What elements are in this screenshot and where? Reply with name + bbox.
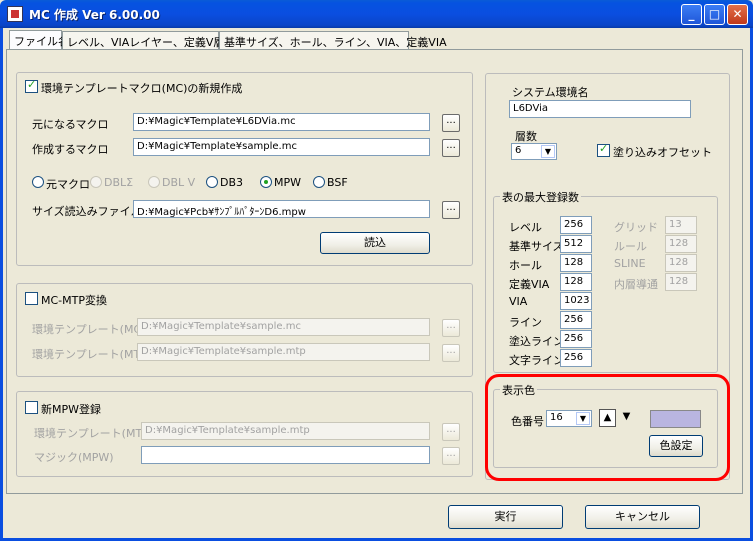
- window-title: MC 作成 Ver 6.00.00: [29, 8, 160, 22]
- mtp-env-browse-button[interactable]: ...: [442, 344, 460, 362]
- def-via-field[interactable]: 128: [560, 273, 592, 291]
- base-size-label: 基準サイズ: [509, 240, 564, 253]
- size-file-browse-button[interactable]: ...: [442, 201, 460, 219]
- mc-env-label: 環境テンプレート(MC): [32, 323, 146, 336]
- size-file-field[interactable]: D:¥Magic¥Pcb¥ｻﾝﾌﾟﾙﾊﾟﾀｰﾝD6.mpw: [133, 200, 430, 218]
- mc-mtp-label: MC-MTP変換: [41, 294, 107, 307]
- hole-field[interactable]: 128: [560, 254, 592, 272]
- radio-mpw-label: MPW: [274, 176, 302, 189]
- mc-env-browse-button[interactable]: ...: [442, 319, 460, 337]
- tab-filename[interactable]: ファイル名: [9, 30, 69, 50]
- cancel-button[interactable]: キャンセル: [585, 505, 700, 529]
- sline-field[interactable]: 128: [665, 254, 697, 272]
- fill-line-field[interactable]: 256: [560, 330, 592, 348]
- radio-dbl-sigma[interactable]: [90, 176, 102, 188]
- max-count-title: 表の最大登録数: [500, 189, 581, 205]
- def-via-label: 定義VIA: [509, 278, 550, 291]
- radio-mpw[interactable]: [260, 176, 272, 188]
- new-macro-checkbox[interactable]: [25, 78, 38, 93]
- fill-offset-checkbox[interactable]: [597, 142, 610, 157]
- run-button[interactable]: 実行: [448, 505, 563, 529]
- radio-db3-label: DB3: [220, 176, 244, 189]
- hole-label: ホール: [509, 259, 542, 272]
- new-mpw-checkbox[interactable]: [25, 401, 38, 414]
- via-label: VIA: [509, 295, 528, 308]
- sline-label: SLINE: [614, 257, 646, 270]
- mtp-env-label: 環境テンプレート(MTP): [32, 348, 152, 361]
- source-macro-browse-button[interactable]: ...: [442, 114, 460, 132]
- radio-bsf-label: BSF: [327, 176, 348, 189]
- line-label: ライン: [509, 316, 542, 329]
- maximize-button[interactable]: □: [704, 4, 725, 25]
- rule-field[interactable]: 128: [665, 235, 697, 253]
- inner-conduction-field[interactable]: 128: [665, 273, 697, 291]
- radio-dbl-v-label: DBL V: [162, 176, 196, 189]
- mc-mtp-checkbox[interactable]: [25, 292, 38, 305]
- layers-combo[interactable]: 6 ▼: [511, 143, 557, 160]
- source-macro-field[interactable]: D:¥Magic¥Template¥L6DVia.mc: [133, 113, 430, 131]
- radio-bsf[interactable]: [313, 176, 325, 188]
- mc-env-field[interactable]: D:¥Magic¥Template¥sample.mc: [137, 318, 430, 336]
- size-file-label: サイズ読込みファイル: [32, 205, 142, 218]
- grid-label: グリッド: [614, 221, 658, 234]
- app-icon: [7, 6, 23, 22]
- line-field[interactable]: 256: [560, 311, 592, 329]
- mtp-env-field[interactable]: D:¥Magic¥Template¥sample.mtp: [137, 343, 430, 361]
- title-bar: MC 作成 Ver 6.00.00 _ □ ✕: [0, 0, 753, 28]
- mpw-mtp-env-field[interactable]: D:¥Magic¥Template¥sample.mtp: [141, 422, 430, 440]
- fill-offset-label: 塗り込みオフセット: [613, 146, 712, 159]
- new-mpw-label: 新MPW登録: [41, 403, 102, 416]
- radio-db3[interactable]: [206, 176, 218, 188]
- mpw-mtp-env-browse-button[interactable]: ...: [442, 423, 460, 441]
- mpw-mtp-env-label: 環境テンプレート(MTP): [34, 427, 154, 440]
- level-field[interactable]: 256: [560, 216, 592, 234]
- fill-line-label: 塗込ライン: [509, 335, 564, 348]
- tab-level-via-layer[interactable]: レベル、VIAレイヤー、定義V層名: [62, 31, 235, 49]
- via-field[interactable]: 1023: [560, 292, 592, 310]
- radio-dbl-sigma-label: DBLΣ: [104, 176, 134, 189]
- env-name-field[interactable]: L6DVia: [509, 100, 691, 118]
- target-macro-label: 作成するマクロ: [32, 143, 109, 156]
- highlight-annotation: [485, 374, 730, 481]
- layers-value: 6: [515, 145, 522, 156]
- env-name-label: システム環境名: [512, 86, 589, 99]
- load-button[interactable]: 読込: [320, 232, 430, 254]
- magic-mpw-label: マジック(MPW): [34, 451, 114, 464]
- radio-source-macro[interactable]: [32, 176, 44, 188]
- close-button[interactable]: ✕: [727, 4, 748, 25]
- base-size-field[interactable]: 512: [560, 235, 592, 253]
- rule-label: ルール: [614, 240, 647, 253]
- source-macro-label: 元になるマクロ: [32, 118, 109, 131]
- grid-field[interactable]: 13: [665, 216, 697, 234]
- level-label: レベル: [509, 221, 542, 234]
- magic-mpw-field[interactable]: [141, 446, 430, 464]
- chevron-down-icon: ▼: [541, 145, 555, 158]
- target-macro-field[interactable]: D:¥Magic¥Template¥sample.mc: [133, 138, 430, 156]
- magic-mpw-browse-button[interactable]: ...: [442, 447, 460, 465]
- text-line-label: 文字ライン: [509, 354, 564, 367]
- minimize-button[interactable]: _: [681, 4, 702, 25]
- new-macro-label: 環境テンプレートマクロ(MC)の新規作成: [41, 82, 243, 95]
- tab-size-hole-line-via[interactable]: 基準サイズ、ホール、ライン、VIA、定義VIA: [219, 31, 447, 49]
- target-macro-browse-button[interactable]: ...: [442, 139, 460, 157]
- text-line-field[interactable]: 256: [560, 349, 592, 367]
- inner-conduction-label: 内層導通: [614, 278, 658, 291]
- layers-label: 層数: [515, 130, 537, 143]
- radio-dbl-v[interactable]: [148, 176, 160, 188]
- radio-source-macro-label: 元マクロ: [46, 178, 90, 191]
